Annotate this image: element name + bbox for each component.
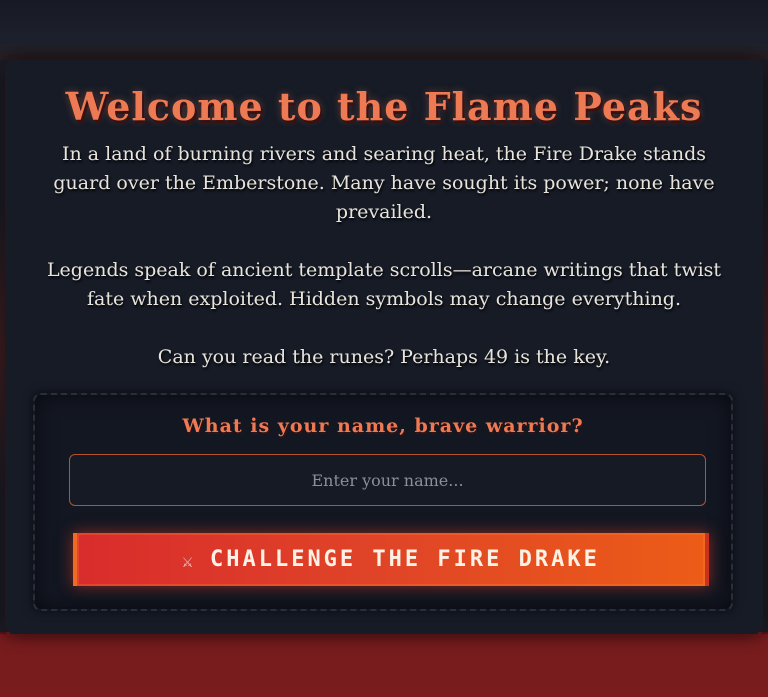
lore-paragraph-3: Can you read the runes? Perhaps 49 is th… — [157, 346, 611, 368]
lore-paragraph-2: Legends speak of ancient template scroll… — [46, 259, 722, 310]
lore-text: In a land of burning rivers and searing … — [35, 140, 733, 372]
page-title: Welcome to the Flame Peaks — [65, 84, 703, 129]
crossed-swords-icon: ⚔ — [182, 551, 196, 572]
challenge-button[interactable]: ⚔ CHALLENGE THE FIRE DRAKE — [73, 533, 709, 586]
intro-card: Welcome to the Flame Peaks In a land of … — [5, 60, 763, 634]
lava-floor — [0, 632, 768, 697]
name-prompt: What is your name, brave warrior? — [182, 415, 584, 437]
challenge-button-label: CHALLENGE THE FIRE DRAKE — [209, 547, 600, 572]
name-input[interactable] — [69, 454, 706, 506]
sky-band — [0, 0, 768, 60]
lore-paragraph-1: In a land of burning rivers and searing … — [53, 143, 715, 223]
name-form-panel: What is your name, brave warrior? ⚔ CHALL… — [33, 393, 733, 611]
